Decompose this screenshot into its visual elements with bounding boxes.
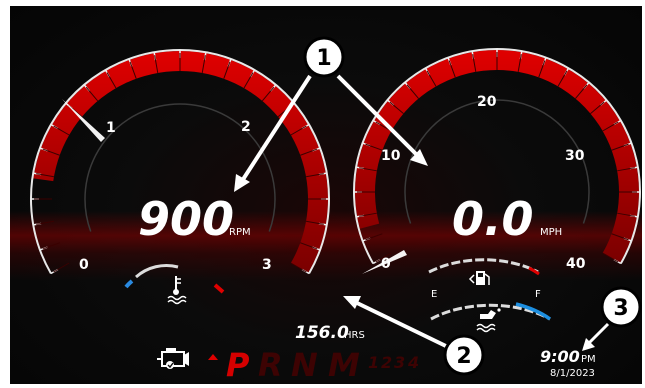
gear-3: 3 — [394, 353, 405, 372]
fuel-pump-icon — [468, 271, 490, 285]
callout-3: 3 — [600, 286, 642, 328]
tach-band-divider — [42, 242, 60, 250]
tach-band-divider — [53, 262, 70, 273]
gear-r: R — [258, 346, 283, 384]
tach-tick-3: 3 — [262, 257, 272, 273]
rpm-value: 900 — [138, 192, 234, 246]
rpm-unit: RPM — [229, 227, 251, 238]
tachometer-gauge: 0 1 2 3 900 RPM — [30, 49, 330, 275]
gear-selector: P R N M 1 2 3 4 — [226, 346, 419, 384]
coolant-temperature-icon — [167, 276, 187, 305]
callout-2: 2 — [443, 334, 485, 376]
fuel-empty-label: E — [431, 289, 437, 300]
oil-can-icon — [476, 308, 501, 333]
callout-1: 1 — [303, 36, 345, 78]
speed-tick-30: 30 — [565, 148, 585, 164]
engine-hours-value: 156.0 — [295, 323, 349, 343]
spd-band-divider — [365, 233, 383, 241]
speed-tick-10: 10 — [381, 148, 401, 164]
engine-warning-icon — [157, 348, 189, 369]
svg-text:3: 3 — [613, 296, 628, 321]
gear-1: 1 — [368, 353, 379, 372]
svg-text:1: 1 — [316, 46, 331, 71]
svg-text:2: 2 — [456, 344, 471, 369]
dashboard-screenshot: 0 1 2 3 900 RPM 0 10 20 30 40 0.0 MPH E … — [0, 0, 645, 388]
instrument-panel: 0 1 2 3 900 RPM 0 10 20 30 40 0.0 MPH E … — [10, 6, 642, 384]
gear-4: 4 — [407, 353, 419, 372]
clock-ampm: PM — [581, 354, 596, 365]
speed-value: 0.0 — [452, 192, 534, 246]
speedometer-gauge: 0 10 20 30 40 0.0 MPH — [353, 48, 641, 274]
tach-tick-0: 0 — [79, 257, 89, 273]
coolant-temp-gauge — [124, 264, 225, 294]
speed-tick-40: 40 — [566, 256, 586, 272]
speed-tick-0: 0 — [381, 256, 391, 272]
gauge-graphics: 0 1 2 3 900 RPM 0 10 20 30 40 0.0 MPH E … — [30, 36, 642, 384]
gear-2: 2 — [381, 353, 392, 372]
gear-indicator-triangle — [208, 354, 218, 360]
tach-tick-1: 1 — [106, 120, 116, 136]
engine-hours-unit: HRS — [344, 330, 365, 341]
speed-tick-20: 20 — [477, 94, 497, 110]
gear-n: N — [291, 346, 318, 384]
tach-band-divider — [36, 220, 55, 225]
speed-unit: MPH — [540, 227, 562, 238]
fuel-full-label: F — [535, 289, 541, 300]
gear-p: P — [226, 346, 250, 384]
clock-time: 9:00 — [540, 347, 580, 366]
gear-m: M — [328, 346, 360, 384]
clock-date: 8/1/2023 — [550, 368, 595, 379]
tach-tick-2: 2 — [241, 119, 251, 135]
